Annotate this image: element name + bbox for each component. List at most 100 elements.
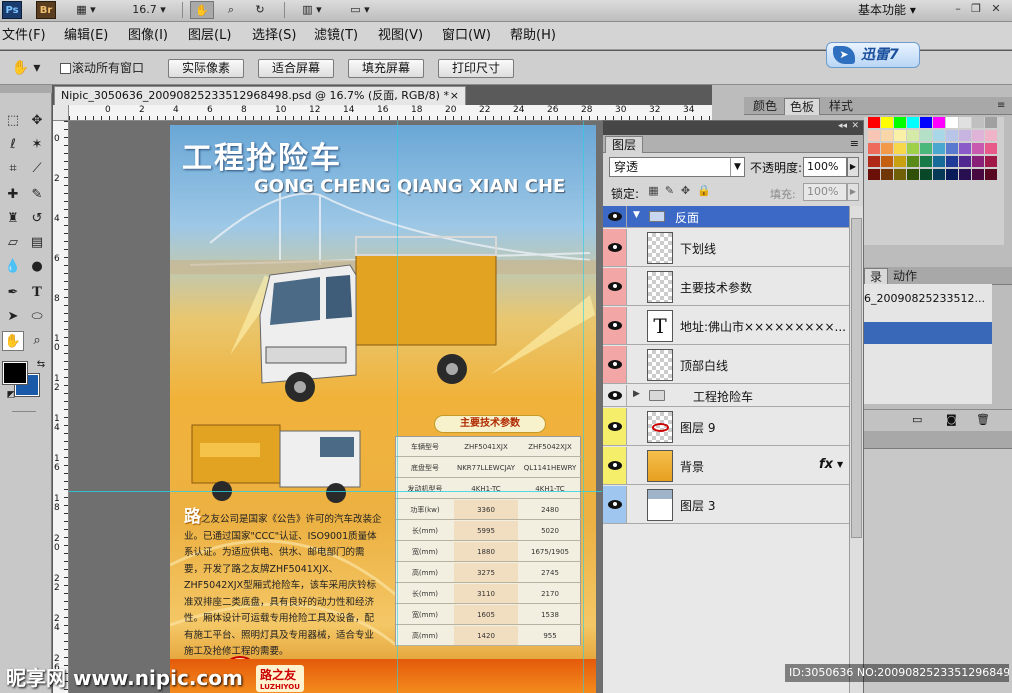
restore-button[interactable]: ❐ [968, 1, 984, 17]
layer-row[interactable]: 顶部白线 [603, 346, 849, 384]
layers-panel-titlebar[interactable]: ◂◂ ✕ [603, 121, 863, 135]
color-swatch[interactable] [920, 143, 932, 154]
color-swatch[interactable] [946, 169, 958, 180]
collapse-triangle-icon[interactable]: ▶ [633, 389, 640, 399]
screen-mode-button[interactable]: ▭ ▾ [342, 1, 378, 19]
color-swatch[interactable] [959, 143, 971, 154]
history-trash-icon[interactable]: 🗑 [976, 413, 990, 426]
expand-triangle-icon[interactable]: ▼ [633, 210, 640, 220]
color-swatch[interactable] [881, 143, 893, 154]
blur-tool-icon[interactable]: 💧 [2, 257, 24, 277]
swatches-panel-menu-icon[interactable]: ≡ [992, 98, 1010, 115]
history-camera-icon[interactable]: ◙ [946, 413, 957, 426]
swatch-grid[interactable] [868, 117, 997, 189]
zoom-tool-icon[interactable]: ⌕ [220, 1, 242, 19]
zoom-level-select[interactable]: 16.7 ▾ [128, 1, 170, 19]
foreground-color-swatch[interactable] [2, 361, 28, 385]
color-swatch[interactable] [881, 169, 893, 180]
color-swatch[interactable] [920, 169, 932, 180]
color-swatch[interactable] [985, 156, 997, 167]
menu-layer[interactable]: 图层(L) [188, 26, 231, 46]
hand-tool-icon[interactable]: ✋ [190, 1, 214, 19]
tab-layers[interactable]: 图层 [605, 136, 644, 153]
history-list[interactable]: 6_20090825233512... [864, 284, 992, 404]
color-swatch[interactable] [894, 117, 906, 128]
lock-position-icon[interactable]: ✥ [679, 184, 692, 197]
document-close-icon[interactable]: × [450, 87, 459, 105]
color-swatch[interactable] [881, 156, 893, 167]
color-swatch[interactable] [946, 143, 958, 154]
color-swatch[interactable] [881, 130, 893, 141]
layer-row[interactable]: 图层 9 [603, 408, 849, 446]
color-swatch[interactable] [972, 143, 984, 154]
menu-edit[interactable]: 编辑(E) [64, 26, 108, 46]
crop-tool-icon[interactable]: ⌗ [2, 159, 24, 179]
color-swatch[interactable] [933, 130, 945, 141]
layer-visibility-toggle[interactable] [603, 385, 627, 406]
layer-list-scrollbar[interactable] [849, 206, 863, 693]
gradient-tool-icon[interactable]: ▤ [26, 233, 48, 253]
workspace-switcher[interactable]: 基本功能 ▾ [858, 1, 916, 19]
zoom-tool-panel-icon[interactable]: ⌕ [26, 331, 48, 351]
print-size-button[interactable]: 打印尺寸 [438, 59, 514, 78]
vertical-guide[interactable] [397, 121, 398, 693]
layer-row[interactable]: 图层 3 [603, 486, 849, 524]
layer-visibility-toggle[interactable] [603, 408, 627, 445]
color-swatch[interactable] [933, 156, 945, 167]
color-swatch[interactable] [920, 156, 932, 167]
color-swatch[interactable] [985, 143, 997, 154]
vertical-guide[interactable] [583, 121, 584, 693]
magic-wand-tool-icon[interactable]: ✶ [26, 135, 48, 155]
color-swatch[interactable] [933, 117, 945, 128]
lock-transparency-icon[interactable]: ▦ [647, 184, 660, 197]
view-extras-button[interactable]: ▦ ▾ [68, 1, 104, 19]
arrange-documents-button[interactable]: ▥ ▾ [294, 1, 330, 19]
color-swatch[interactable] [972, 169, 984, 180]
color-swatch[interactable] [907, 130, 919, 141]
color-swatch[interactable] [868, 156, 880, 167]
tab-swatches[interactable]: 色板 [784, 98, 821, 115]
menu-select[interactable]: 选择(S) [252, 26, 296, 46]
swap-colors-icon[interactable]: ⇆ [30, 355, 52, 375]
color-swatch[interactable] [894, 169, 906, 180]
layer-visibility-toggle[interactable] [603, 346, 627, 383]
layer-effects-icon[interactable]: fx [819, 457, 833, 472]
layer-row[interactable]: 主要技术参数 [603, 268, 849, 306]
hand-tool-panel-icon[interactable]: ✋ [2, 331, 24, 351]
lasso-tool-icon[interactable]: ℓ [2, 135, 24, 155]
color-swatch[interactable] [959, 156, 971, 167]
tab-history[interactable]: 录 [864, 268, 889, 285]
actual-pixels-button[interactable]: 实际像素 [168, 59, 244, 78]
default-colors-icon[interactable]: ◩ [0, 385, 22, 405]
shape-tool-icon[interactable]: ⬭ [26, 307, 48, 327]
type-tool-icon[interactable]: T [26, 283, 48, 303]
layer-visibility-toggle[interactable] [603, 486, 627, 523]
history-brush-tool-icon[interactable]: ↺ [26, 209, 48, 229]
color-swatch[interactable] [920, 117, 932, 128]
marquee-tool-icon[interactable]: ⬚ [2, 111, 24, 131]
lock-pixels-icon[interactable]: ✎ [663, 184, 676, 197]
color-swatch[interactable] [985, 169, 997, 180]
minimize-button[interactable]: – [950, 1, 966, 17]
rotate-view-icon[interactable]: ↻ [248, 1, 272, 19]
layer-row[interactable]: 下划线 [603, 229, 849, 267]
eyedropper-tool-icon[interactable]: ⟋ [26, 159, 48, 179]
layer-row[interactable]: ▶ 工程抢险车 [603, 385, 849, 407]
color-swatch[interactable] [907, 143, 919, 154]
layers-panel-menu-icon[interactable]: ≡ [850, 137, 859, 150]
menu-file[interactable]: 文件(F) [2, 26, 46, 46]
effects-expand-icon[interactable]: ▼ [837, 460, 843, 469]
tab-actions[interactable]: 动作 [888, 268, 922, 285]
menu-view[interactable]: 视图(V) [378, 26, 423, 46]
color-swatch[interactable] [959, 117, 971, 128]
color-swatch[interactable] [959, 169, 971, 180]
color-swatch[interactable] [972, 130, 984, 141]
scroll-all-windows-checkbox[interactable] [60, 63, 71, 74]
history-item[interactable]: 6_20090825233512... [864, 290, 992, 308]
layers-close-icon[interactable]: ✕ [851, 121, 859, 131]
color-swatch[interactable] [959, 130, 971, 141]
layer-visibility-toggle[interactable] [603, 307, 627, 344]
collapse-icon[interactable]: ◂◂ [838, 121, 847, 131]
menu-window[interactable]: 窗口(W) [442, 26, 491, 46]
menu-help[interactable]: 帮助(H) [510, 26, 556, 46]
